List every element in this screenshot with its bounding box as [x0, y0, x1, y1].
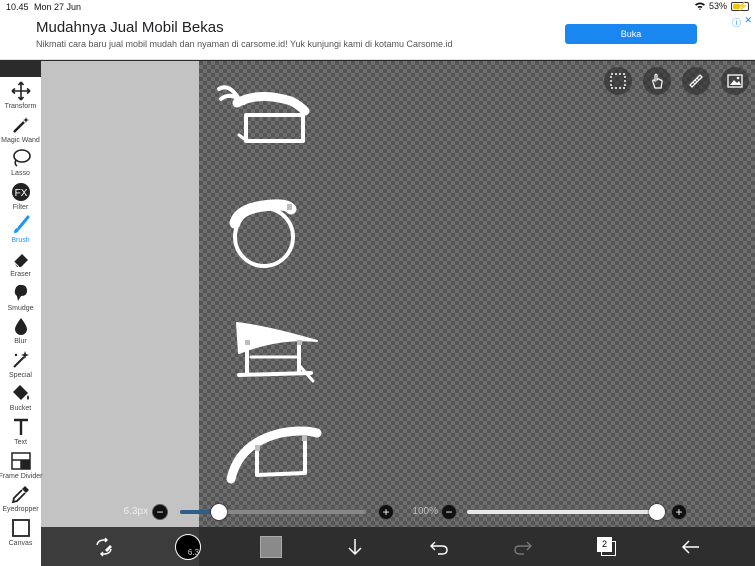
canvas-icon	[0, 517, 41, 539]
tool-magic-wand[interactable]: Magic Wand	[0, 114, 41, 148]
ad-close-icon[interactable]: ✕	[744, 15, 752, 26]
stroke-eye-4	[226, 426, 322, 484]
brush-size-label: 6.3px	[123, 506, 148, 517]
tool-special[interactable]: Special	[0, 349, 41, 383]
reference-image-icon[interactable]	[721, 67, 749, 95]
svg-text:FX: FX	[14, 188, 27, 199]
tool-label: Bucket	[9, 405, 32, 413]
brush-size-increase-button[interactable]: +	[378, 504, 394, 520]
tool-brush[interactable]: Brush	[0, 214, 41, 248]
tool-text[interactable]: Text	[0, 416, 41, 450]
brush-size-knob[interactable]	[211, 504, 228, 520]
status-bar: 10.45 Mon 27 Jun 53% ⚡	[0, 0, 755, 14]
redo-icon	[514, 541, 532, 555]
battery-percent: 53%	[708, 1, 727, 11]
tool-panel: Transform Magic Wand Lasso FX Filter Brush Era…	[0, 77, 43, 566]
stroke-eye-3	[236, 322, 318, 383]
tool-canvas[interactable]: Canvas	[0, 517, 41, 551]
tool-filter[interactable]: FX Filter	[0, 181, 41, 215]
layers-button[interactable]: 2	[593, 527, 621, 566]
undo-icon	[430, 541, 448, 555]
layer-down-button[interactable]	[341, 527, 369, 566]
ad-subtitle: Nikmati cara baru jual mobil mudah dan n…	[36, 39, 453, 49]
redo-button[interactable]	[509, 527, 537, 566]
tool-label: Blur	[14, 338, 27, 346]
tool-blur[interactable]: Blur	[0, 315, 41, 349]
status-time: 10.45	[6, 2, 29, 12]
wifi-icon	[694, 2, 705, 10]
bucket-icon	[0, 382, 41, 404]
tool-frame-divider[interactable]: Frame Divider	[0, 450, 43, 484]
tool-label: Text	[14, 439, 27, 446]
lasso-icon	[0, 147, 41, 169]
secondary-color-button[interactable]	[257, 527, 285, 566]
ad-open-button[interactable]: Buka	[565, 24, 697, 44]
ad-title: Mudahnya Jual Mobil Bekas	[36, 19, 224, 36]
transform-icon	[0, 80, 41, 102]
opacity-knob[interactable]	[649, 504, 665, 520]
tool-smudge[interactable]: Smudge	[0, 282, 41, 316]
charging-icon: ⚡	[737, 0, 749, 11]
color-swatch	[260, 535, 282, 558]
opacity-slider[interactable]	[467, 510, 657, 514]
layers-icon: 2	[597, 536, 617, 557]
ruler-icon[interactable]	[682, 67, 710, 95]
ad-banner[interactable]: Mudahnya Jual Mobil Bekas Nikmati cara b…	[0, 14, 755, 60]
tool-label: Special	[9, 371, 32, 379]
tool-label: Magic Wand	[1, 136, 40, 144]
tool-label: Eyedropper	[2, 506, 39, 514]
selection-icon[interactable]	[604, 67, 632, 95]
arrow-left-icon	[681, 539, 699, 554]
tool-eyedropper[interactable]: Eyedropper	[0, 483, 41, 517]
layers-icon-front: 2	[597, 536, 612, 552]
tool-label: Canvas	[8, 539, 33, 547]
undo-button[interactable]	[425, 527, 453, 566]
tool-label: Transform	[4, 103, 37, 110]
bottom-toolbar: 6.3 2	[41, 527, 755, 566]
battery-icon: ⚡	[731, 0, 749, 11]
tool-eraser[interactable]: Eraser	[0, 248, 41, 282]
stroke-eye-1	[217, 85, 310, 143]
status-right: 53% ⚡	[694, 0, 749, 11]
brush-preview-size: 6.3	[187, 547, 199, 557]
filter-icon: FX	[0, 181, 41, 203]
swap-tool-icon	[96, 537, 112, 556]
eyedropper-icon	[0, 483, 41, 505]
stroke-eye-2	[229, 199, 297, 268]
brush-icon	[0, 214, 41, 236]
tool-label: Lasso	[11, 170, 30, 178]
brush-size-slider[interactable]	[180, 510, 366, 514]
text-icon	[0, 416, 41, 438]
smudge-icon	[0, 282, 41, 304]
tool-label: Smudge	[7, 304, 34, 312]
tool-transform[interactable]: Transform	[0, 80, 41, 114]
brush-color-button[interactable]: 6.3	[173, 527, 203, 566]
eraser-icon	[0, 248, 41, 270]
tool-bucket[interactable]: Bucket	[0, 382, 41, 416]
opacity-increase-button[interactable]: +	[671, 504, 687, 520]
tool-label: Eraser	[10, 271, 31, 278]
magic-wand-icon	[0, 114, 41, 136]
tool-label: Filter	[12, 203, 29, 211]
back-button[interactable]	[677, 527, 705, 566]
arrow-down-icon	[348, 538, 362, 555]
brush-preview: 6.3	[175, 533, 201, 560]
frame-divider-icon	[0, 450, 41, 472]
transform-tool-button[interactable]	[88, 527, 120, 566]
drawing-layer	[217, 85, 322, 484]
canvas-background	[41, 61, 199, 527]
special-icon	[0, 349, 41, 371]
brush-size-decrease-button[interactable]: −	[152, 504, 168, 520]
opacity-decrease-button[interactable]: −	[441, 504, 457, 520]
status-date: Mon 27 Jun	[34, 2, 82, 12]
blur-icon	[0, 315, 41, 337]
touch-gesture-icon[interactable]	[643, 67, 671, 95]
tool-lasso[interactable]: Lasso	[0, 147, 41, 181]
opacity-fill	[467, 510, 657, 514]
opacity-label: 100%	[412, 506, 438, 517]
ibis-paint-screen: 10.45 Mon 27 Jun 53% ⚡ Mudahnya Jual Mob…	[0, 0, 755, 566]
tool-label: Frame Divider	[0, 472, 43, 480]
tool-label: Brush	[11, 237, 30, 245]
ad-info-icon[interactable]: ⓘ	[732, 16, 741, 29]
